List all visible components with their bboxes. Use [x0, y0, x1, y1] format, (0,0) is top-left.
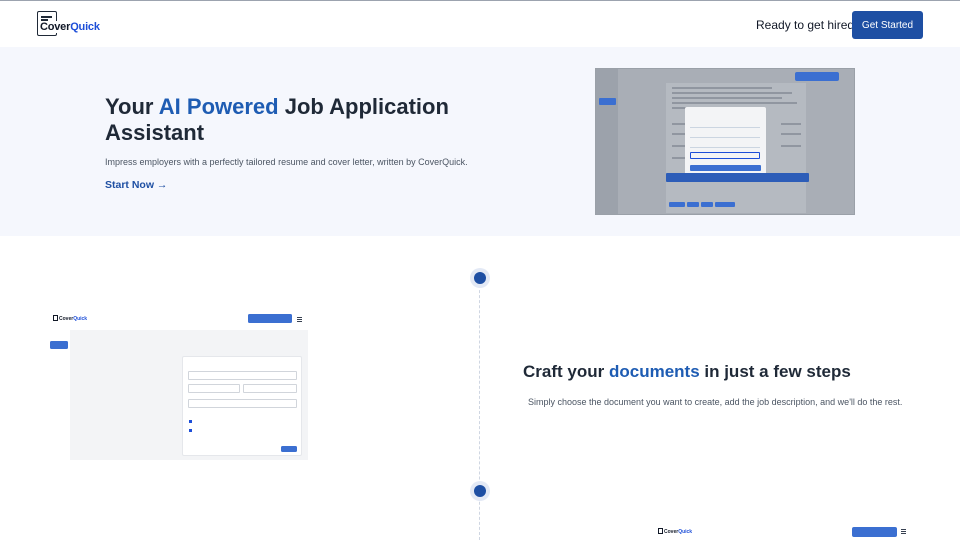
mock-new-document-button	[248, 314, 292, 323]
mock-add-skill-modal	[685, 107, 766, 176]
mock-logo: CoverQuick	[658, 528, 692, 535]
app-screenshot-general-info: CoverQuick	[48, 309, 308, 461]
timeline-line	[479, 280, 480, 540]
timeline-dot	[474, 485, 486, 497]
coverquick-logo[interactable]: CoverQuick	[37, 11, 101, 37]
mock-create-button	[50, 341, 68, 349]
steps-title: Craft your documents in just a few steps	[523, 362, 851, 381]
logo-text: CoverQuick	[40, 21, 100, 33]
hero-title: Your AI Powered Job Application Assistan…	[105, 94, 449, 145]
mock-progress-bar	[666, 173, 809, 182]
ready-text: Ready to get hired?	[756, 18, 861, 32]
hero-subtitle: Impress employers with a perfectly tailo…	[105, 157, 468, 167]
mock-new-document-button	[795, 72, 839, 81]
site-header: CoverQuick Ready to get hired? Get Start…	[0, 1, 960, 47]
mock-form-card	[182, 356, 302, 456]
steps-subtitle: Simply choose the document you want to c…	[528, 397, 903, 407]
hero-section: Your AI Powered Job Application Assistan…	[0, 47, 960, 236]
menu-icon	[297, 317, 302, 323]
mock-sidebar	[596, 69, 618, 214]
mock-panel	[70, 330, 308, 460]
mock-new-document-button	[852, 527, 897, 537]
menu-icon	[901, 529, 906, 535]
timeline-dot	[474, 272, 486, 284]
mock-logo: CoverQuick	[53, 315, 87, 322]
mock-create-button	[599, 98, 616, 105]
app-screenshot-skill-modal	[595, 68, 855, 215]
start-now-link[interactable]: Start Now →	[105, 179, 167, 191]
get-started-button[interactable]: Get Started	[852, 11, 923, 39]
